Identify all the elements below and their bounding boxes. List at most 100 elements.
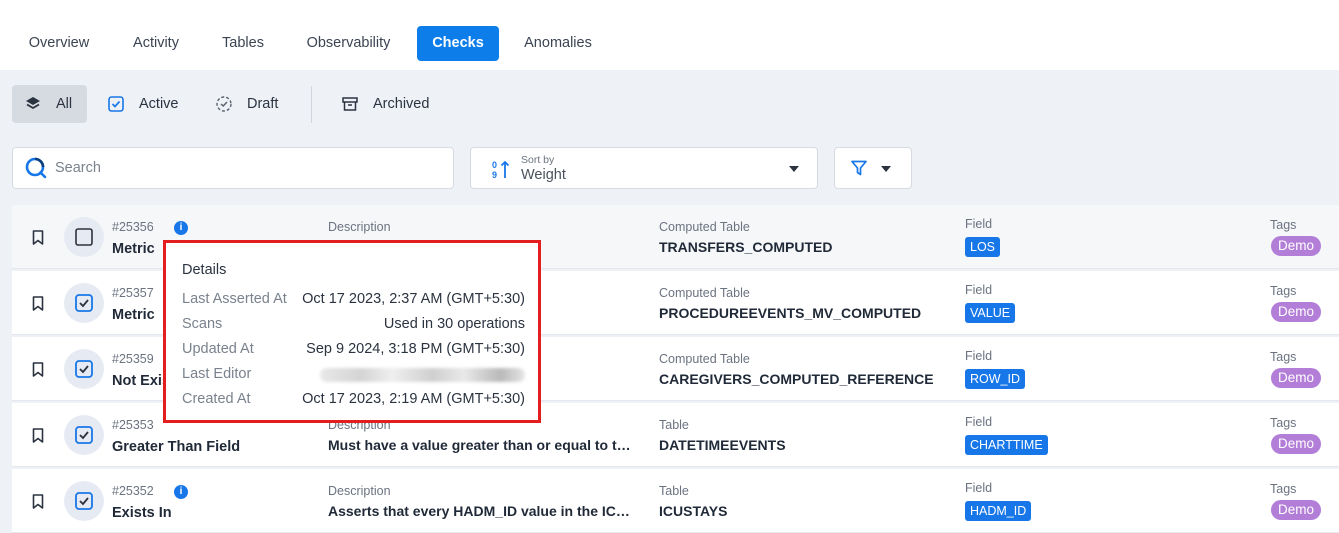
tags-label: Tags <box>1270 416 1297 430</box>
table-value: TRANSFERS_COMPUTED <box>659 239 833 255</box>
check-name[interactable]: Exists In <box>112 505 172 521</box>
tab-bar: Overview Activity Tables Observability C… <box>0 0 1339 70</box>
funnel-icon <box>851 160 867 176</box>
sort-dropdown[interactable]: 0 9 Sort by Weight <box>470 147 818 189</box>
empty-square-icon <box>75 228 93 246</box>
search-icon <box>25 157 47 179</box>
tag-badge: Demo <box>1271 434 1322 454</box>
sort-caption: Sort by <box>521 154 555 166</box>
search-input[interactable] <box>55 160 435 176</box>
tooltip-value: Oct 17 2023, 2:19 AM (GMT+5:30) <box>302 391 525 407</box>
tag-badge: Demo <box>1271 302 1322 322</box>
dashed-circle-check-icon <box>216 96 232 112</box>
chevron-down-icon <box>789 166 799 172</box>
check-type-icon <box>64 481 104 521</box>
chevron-down-icon <box>881 166 891 172</box>
info-icon[interactable]: i <box>174 485 188 499</box>
status-filter-archived[interactable]: Archived <box>329 85 444 123</box>
layers-icon <box>26 97 40 110</box>
tooltip-row-updated: Updated At Sep 9 2024, 3:18 PM (GMT+5:30… <box>182 341 525 357</box>
table-value: DATETIMEEVENTS <box>659 437 786 453</box>
bookmark-icon[interactable] <box>32 296 44 311</box>
tab-overview[interactable]: Overview <box>14 26 104 61</box>
field-badge: ROW_ID <box>965 369 1025 389</box>
tag-badge: Demo <box>1271 368 1322 388</box>
tab-activity[interactable]: Activity <box>117 26 195 61</box>
checked-square-icon <box>75 426 93 444</box>
svg-text:0: 0 <box>492 160 497 170</box>
tooltip-title: Details <box>182 262 227 278</box>
field-label: Field <box>965 283 993 297</box>
check-square-icon <box>108 96 124 112</box>
details-tooltip: Details Last Asserted At Oct 17 2023, 2:… <box>163 240 541 423</box>
table-label: Table <box>659 418 689 432</box>
filter-button[interactable] <box>834 147 912 189</box>
check-type-icon <box>64 415 104 455</box>
field-label: Field <box>965 217 993 231</box>
bookmark-icon[interactable] <box>32 362 44 377</box>
bookmark-icon[interactable] <box>32 494 44 509</box>
field-badge: CHARTTIME <box>965 435 1048 455</box>
info-icon[interactable]: i <box>174 221 188 235</box>
status-filter-draft[interactable]: Draft <box>203 85 298 123</box>
field-label: Field <box>965 481 993 495</box>
status-filter-label: Active <box>139 96 179 112</box>
table-value: CAREGIVERS_COMPUTED_REFERENCE <box>659 371 934 387</box>
table-value: PROCEDUREEVENTS_MV_COMPUTED <box>659 305 922 321</box>
tags-label: Tags <box>1270 284 1297 298</box>
tooltip-row-last-asserted: Last Asserted At Oct 17 2023, 2:37 AM (G… <box>182 291 525 307</box>
field-label: Field <box>965 415 993 429</box>
tooltip-key: Created At <box>182 391 251 407</box>
redacted-editor-value <box>320 368 525 382</box>
status-filter-all[interactable]: All <box>12 85 87 123</box>
check-type-icon <box>64 217 104 257</box>
check-name[interactable]: Greater Than Field <box>112 439 240 455</box>
bookmark-icon[interactable] <box>32 230 44 245</box>
check-type-icon <box>64 349 104 389</box>
field-label: Field <box>965 349 993 363</box>
tooltip-key: Last Asserted At <box>182 291 287 307</box>
tooltip-value: Sep 9 2024, 3:18 PM (GMT+5:30) <box>306 341 525 357</box>
sort-icon: 0 9 <box>492 160 510 180</box>
status-filter-label: Archived <box>373 96 430 112</box>
check-id: #25356 <box>112 220 154 234</box>
field-badge: VALUE <box>965 303 1016 323</box>
status-filter-label: Draft <box>247 96 279 112</box>
archive-box-icon <box>342 97 358 111</box>
description-label: Description <box>328 220 391 234</box>
table-label: Computed Table <box>659 220 750 234</box>
status-filter-active[interactable]: Active <box>95 85 195 123</box>
tab-observability[interactable]: Observability <box>292 26 405 61</box>
tooltip-value: Oct 17 2023, 2:37 AM (GMT+5:30) <box>302 291 525 307</box>
tags-label: Tags <box>1270 350 1297 364</box>
check-type-icon <box>64 283 104 323</box>
tag-badge: Demo <box>1271 500 1322 520</box>
check-name[interactable]: Metric <box>112 307 155 323</box>
tooltip-key: Updated At <box>182 341 254 357</box>
tab-anomalies[interactable]: Anomalies <box>511 26 605 61</box>
status-divider <box>311 86 312 123</box>
tab-tables[interactable]: Tables <box>208 26 278 61</box>
description-value: Asserts that every HADM_ID value in the … <box>328 503 638 519</box>
table-label: Computed Table <box>659 352 750 366</box>
check-name[interactable]: Metric <box>112 241 155 257</box>
tooltip-key: Scans <box>182 316 223 332</box>
field-badge: LOS <box>965 237 1001 257</box>
tab-checks[interactable]: Checks <box>417 26 499 61</box>
status-filter-label: All <box>56 96 73 112</box>
check-row[interactable]: #25352 i Exists In Description Asserts t… <box>12 469 1339 533</box>
description-value: Must have a value greater than or equal … <box>328 437 638 453</box>
search-box <box>12 147 454 189</box>
bookmark-icon[interactable] <box>32 428 44 443</box>
svg-text:9: 9 <box>492 170 497 180</box>
tooltip-row-scans: Scans Used in 30 operations <box>182 316 525 332</box>
tags-label: Tags <box>1270 482 1297 496</box>
checked-square-icon <box>75 294 93 312</box>
table-value: ICUSTAYS <box>659 503 728 519</box>
checked-square-icon <box>75 492 93 510</box>
tags-label: Tags <box>1270 218 1297 232</box>
check-id: #25359 <box>112 352 154 366</box>
check-name[interactable]: Not Exis <box>112 373 170 389</box>
check-id: #25357 <box>112 286 154 300</box>
description-label: Description <box>328 484 391 498</box>
